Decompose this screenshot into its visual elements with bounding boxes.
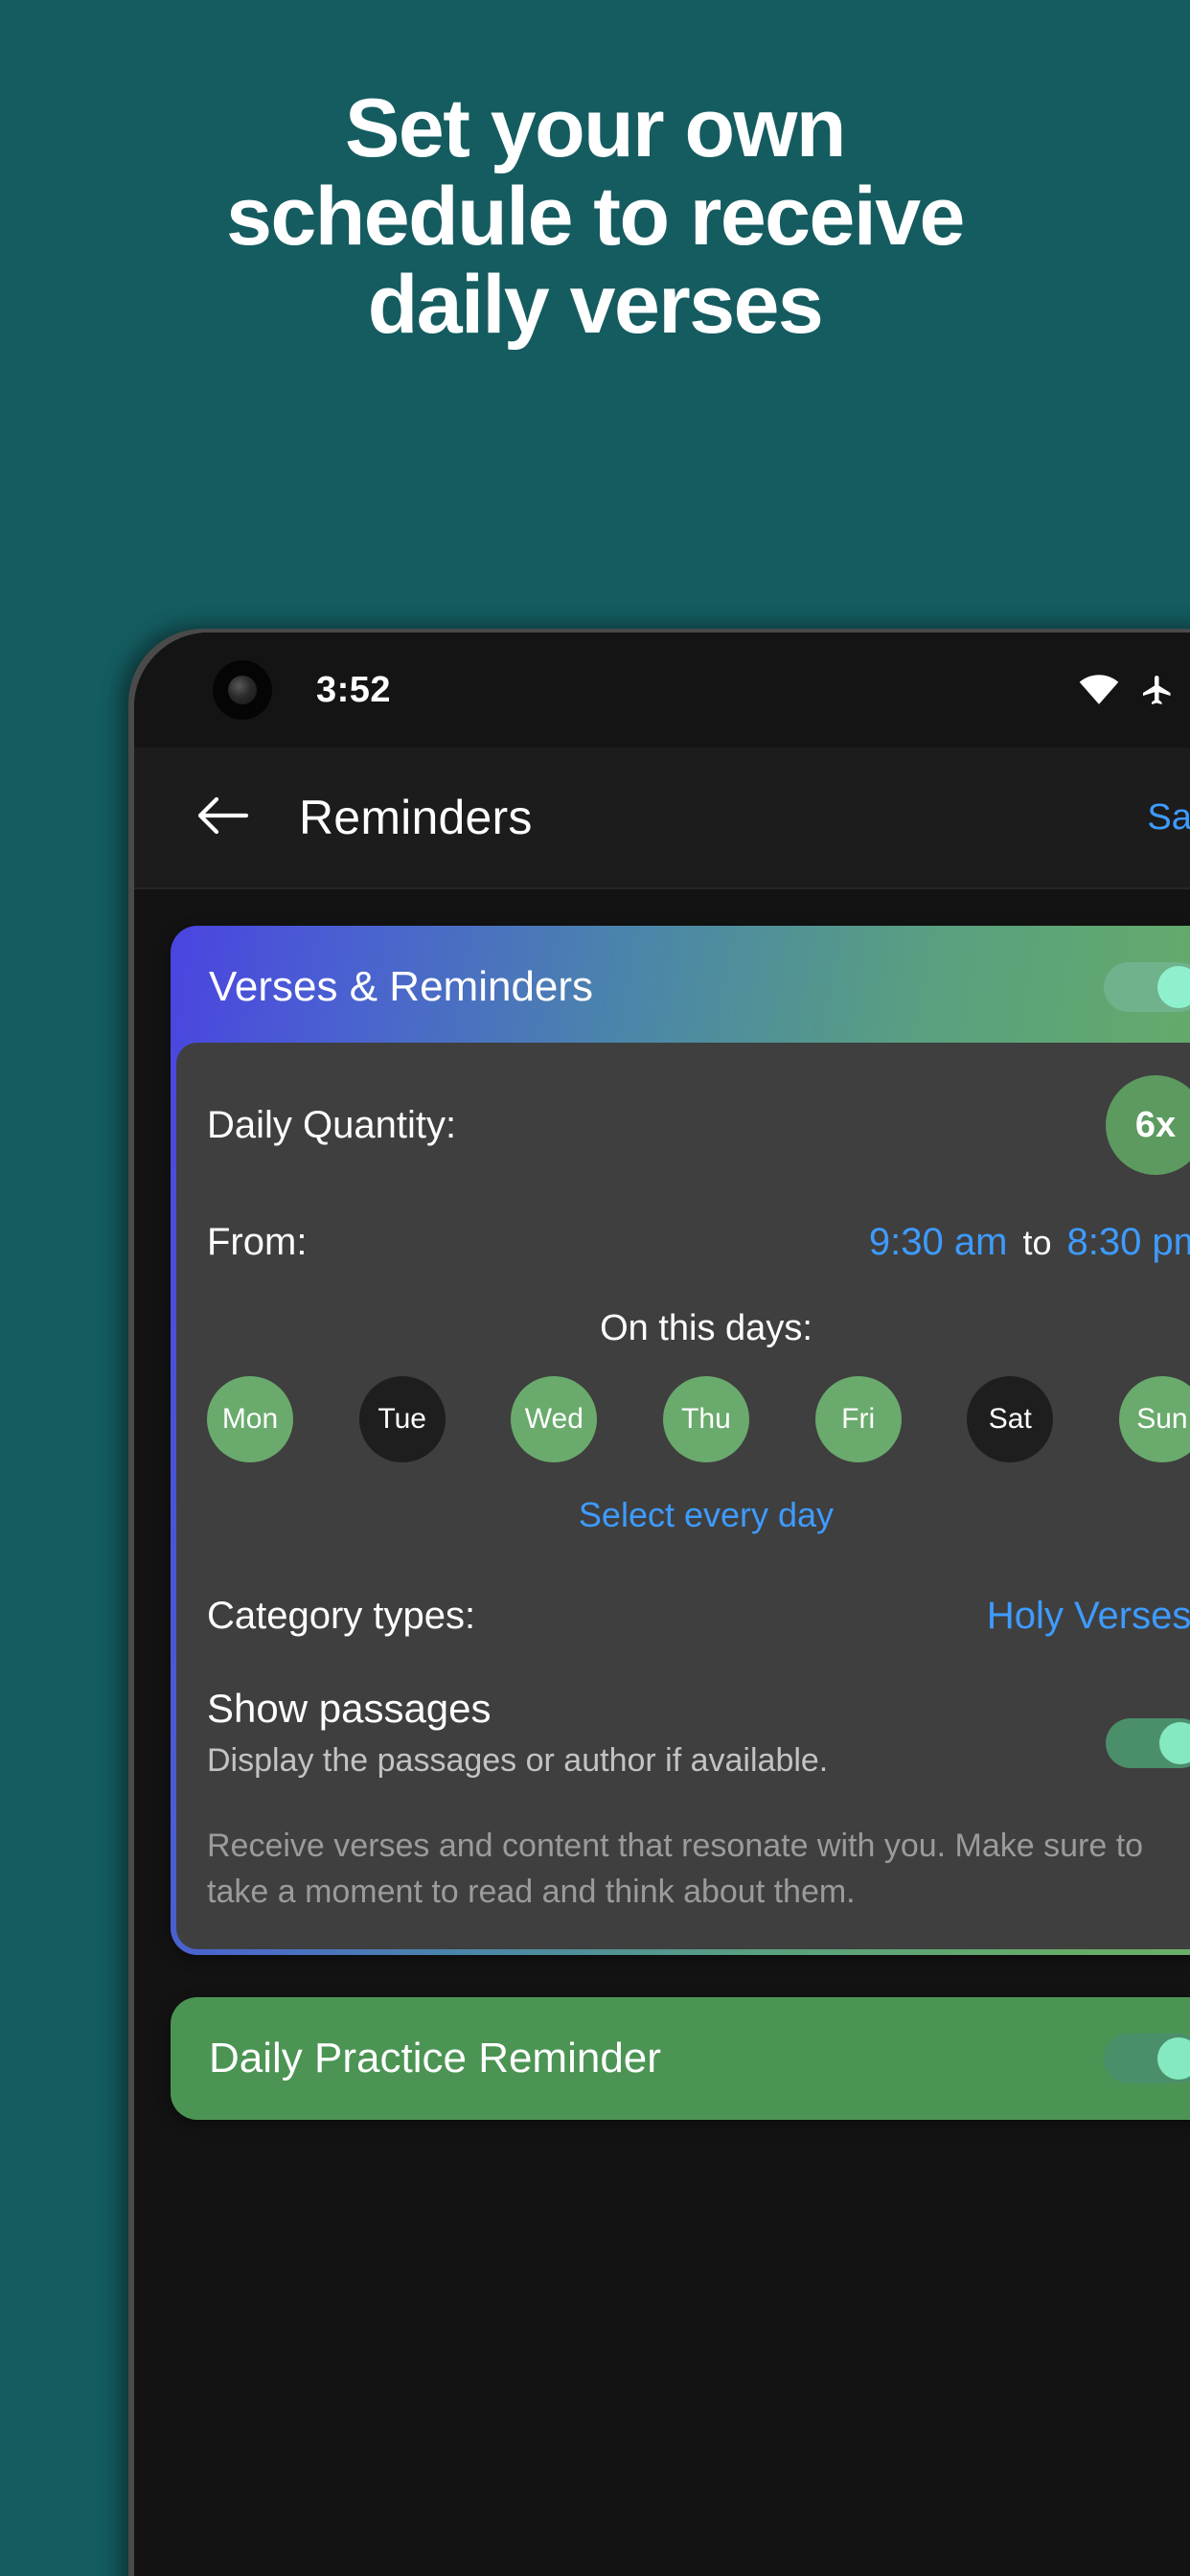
day-chip-sun[interactable]: Sun bbox=[1118, 1376, 1190, 1462]
time-range-label: From: bbox=[207, 1221, 308, 1263]
promo-headline-line-2: schedule to receive bbox=[226, 171, 965, 264]
practice-card-title: Daily Practice Reminder bbox=[209, 2035, 661, 2082]
time-range-separator: to bbox=[1022, 1223, 1052, 1262]
airplane-mode-icon bbox=[1140, 673, 1175, 707]
select-every-day-link[interactable]: Select every day bbox=[207, 1495, 1190, 1535]
app-bar: Reminders Save bbox=[134, 748, 1190, 889]
promo-headline-line-3: daily verses bbox=[367, 259, 824, 352]
category-types-label: Category types: bbox=[207, 1595, 476, 1637]
category-types-text: Holy Verses bbox=[986, 1595, 1190, 1637]
time-range-row: From: 9:30 am to 8:30 pm bbox=[207, 1221, 1190, 1264]
show-passages-subtitle: Display the passages or author if availa… bbox=[207, 1742, 829, 1779]
phone-screen: 3:52 Reminders Sa Verses & Reminders Dai… bbox=[134, 632, 1190, 2576]
wifi-icon bbox=[1079, 675, 1119, 705]
show-passages-row: Show passages Display the passages or au… bbox=[207, 1686, 1190, 1782]
page-title: Reminders bbox=[299, 791, 533, 844]
save-button[interactable]: Save bbox=[1139, 788, 1190, 848]
practice-card-header: Daily Practice Reminder bbox=[176, 2003, 1190, 2114]
status-bar-clock: 3:52 bbox=[316, 669, 392, 710]
day-chip-tue[interactable]: Tue bbox=[358, 1376, 446, 1462]
days-selector: Mon Tue Wed Thu Fri Sat Sun bbox=[207, 1376, 1190, 1462]
back-button[interactable] bbox=[188, 782, 259, 853]
practice-enabled-toggle[interactable] bbox=[1104, 2034, 1190, 2084]
day-chip-wed[interactable]: Wed bbox=[511, 1376, 598, 1462]
daily-quantity-value[interactable]: 6x bbox=[1106, 1075, 1190, 1175]
category-types-value[interactable]: Holy Verses › bbox=[987, 1595, 1190, 1638]
category-types-row[interactable]: Category types: Holy Verses › bbox=[207, 1595, 1190, 1638]
front-camera-icon bbox=[213, 660, 272, 720]
day-chip-sat[interactable]: Sat bbox=[967, 1376, 1054, 1462]
arrow-left-icon bbox=[196, 794, 250, 842]
verses-card-header: Verses & Reminders bbox=[176, 932, 1190, 1043]
verses-and-reminders-card: Verses & Reminders Daily Quantity: 6x Fr… bbox=[171, 926, 1190, 1956]
verses-settings-panel: Daily Quantity: 6x From: 9:30 am to 8:30… bbox=[176, 1043, 1190, 1950]
daily-practice-reminder-card: Daily Practice Reminder bbox=[171, 1997, 1190, 2121]
daily-quantity-label: Daily Quantity: bbox=[207, 1103, 457, 1146]
days-title: On this days: bbox=[600, 1308, 812, 1348]
start-time-button[interactable]: 9:30 am bbox=[869, 1221, 1008, 1264]
settings-scroll-area[interactable]: Verses & Reminders Daily Quantity: 6x Fr… bbox=[134, 889, 1190, 2576]
day-chip-fri[interactable]: Fri bbox=[814, 1376, 902, 1462]
status-bar-icons bbox=[1079, 671, 1190, 709]
phone-mockup: 3:52 Reminders Sa Verses & Reminders Dai… bbox=[134, 632, 1190, 2576]
show-passages-title: Show passages bbox=[207, 1686, 492, 1731]
status-bar: 3:52 bbox=[134, 632, 1190, 748]
verses-footnote: Receive verses and content that resonate… bbox=[207, 1827, 1144, 1911]
day-chip-thu[interactable]: Thu bbox=[662, 1376, 749, 1462]
show-passages-text: Show passages Display the passages or au… bbox=[207, 1686, 1106, 1782]
verses-card-title: Verses & Reminders bbox=[209, 963, 594, 1010]
show-passages-toggle[interactable] bbox=[1106, 1718, 1190, 1768]
promo-headline: Set your own schedule to receive daily v… bbox=[0, 84, 1190, 349]
day-chip-mon[interactable]: Mon bbox=[207, 1376, 293, 1462]
end-time-button[interactable]: 8:30 pm bbox=[1066, 1221, 1190, 1264]
verses-enabled-toggle[interactable] bbox=[1104, 962, 1190, 1012]
daily-quantity-row[interactable]: Daily Quantity: 6x bbox=[207, 1075, 1190, 1175]
promo-headline-line-1: Set your own bbox=[345, 82, 846, 174]
